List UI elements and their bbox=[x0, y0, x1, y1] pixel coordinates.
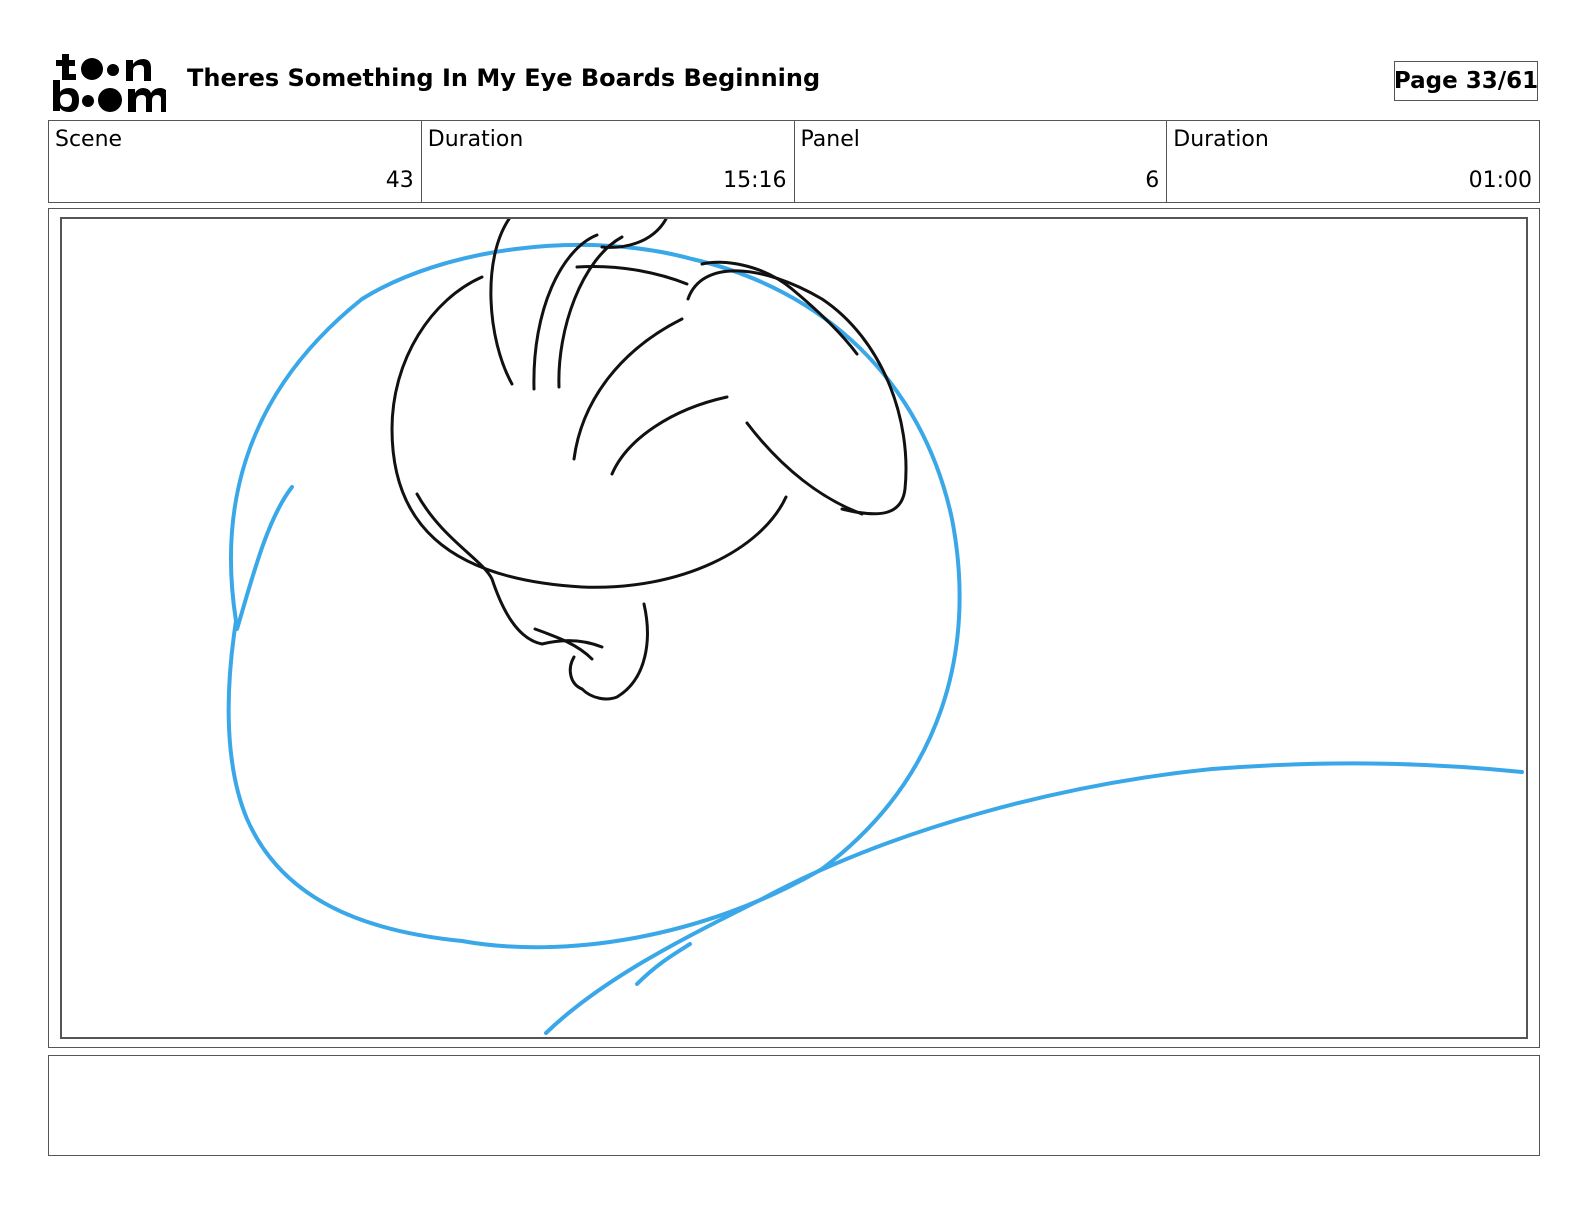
scene-info-table: Scene 43 Duration 15:16 Panel 6 Duration… bbox=[48, 120, 1540, 203]
rough-side-stroke bbox=[235, 485, 294, 631]
ink-ear-inner bbox=[745, 421, 864, 516]
panel-value: 6 bbox=[1145, 168, 1160, 193]
toon-boom-logo bbox=[50, 50, 166, 114]
panel-sketch bbox=[226, 219, 1524, 1035]
ink-brow bbox=[575, 264, 689, 286]
scene-duration-label: Duration bbox=[427, 127, 524, 152]
panel-duration-label: Duration bbox=[1173, 127, 1269, 152]
scene-duration-cell: Duration 15:16 bbox=[422, 121, 795, 202]
panel-cell: Panel 6 bbox=[795, 121, 1168, 202]
ink-head-outline bbox=[390, 275, 788, 589]
toon-boom-logo-icon bbox=[53, 54, 166, 112]
ink-chin bbox=[580, 602, 649, 701]
ink-jaw bbox=[415, 492, 604, 649]
scene-value: 43 bbox=[385, 168, 414, 193]
panel-image bbox=[60, 217, 1528, 1039]
ink-cheek-1 bbox=[572, 317, 684, 461]
panel-duration-value: 01:00 bbox=[1468, 168, 1532, 193]
document-title: Theres Something In My Eye Boards Beginn… bbox=[187, 64, 821, 92]
ink-cheek-2 bbox=[610, 395, 729, 476]
ink-hair-2 bbox=[532, 233, 599, 391]
page-number: Page 33/61 bbox=[1394, 61, 1538, 101]
scene-cell: Scene 43 bbox=[49, 121, 422, 202]
ink-nose-hint bbox=[568, 655, 584, 691]
panel-label: Panel bbox=[800, 127, 860, 152]
scene-label: Scene bbox=[55, 127, 123, 152]
scene-duration-value: 15:16 bbox=[723, 168, 787, 193]
rough-shoulder-line bbox=[544, 761, 1524, 1035]
panel-notes-box bbox=[48, 1055, 1540, 1156]
panel-frame bbox=[48, 208, 1540, 1048]
ink-hair-1 bbox=[489, 219, 514, 386]
panel-duration-cell: Duration 01:00 bbox=[1167, 121, 1539, 202]
rough-head-circle bbox=[226, 242, 962, 950]
